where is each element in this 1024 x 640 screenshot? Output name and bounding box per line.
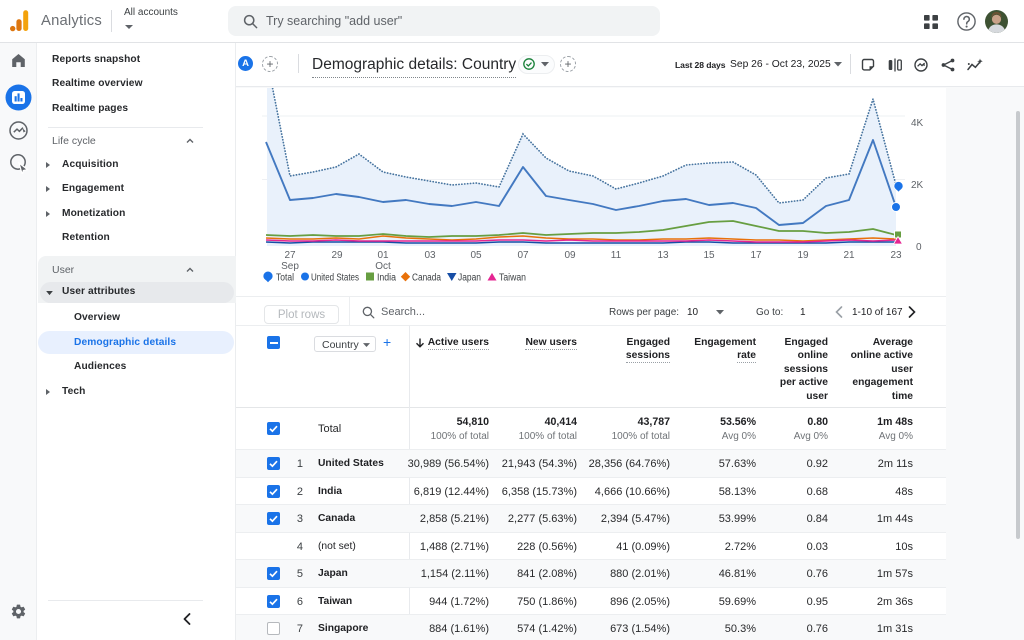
svg-text:03: 03: [424, 250, 436, 261]
svg-text:Sep: Sep: [281, 261, 299, 272]
svg-text:21: 21: [843, 250, 855, 261]
svg-text:4K: 4K: [911, 118, 924, 129]
svg-text:27: 27: [284, 250, 296, 261]
svg-text:29: 29: [331, 250, 343, 261]
svg-text:15: 15: [703, 250, 715, 261]
svg-text:01: 01: [377, 250, 389, 261]
svg-text:19: 19: [797, 250, 809, 261]
svg-text:2K: 2K: [911, 180, 924, 191]
svg-text:India: India: [377, 273, 396, 284]
svg-text:23: 23: [890, 250, 902, 261]
svg-text:07: 07: [517, 250, 529, 261]
svg-text:05: 05: [470, 250, 482, 261]
svg-text:United States: United States: [311, 273, 359, 284]
svg-text:Taiwan: Taiwan: [499, 273, 526, 284]
svg-text:09: 09: [564, 250, 576, 261]
svg-text:13: 13: [657, 250, 669, 261]
svg-text:11: 11: [611, 250, 622, 261]
svg-text:0: 0: [916, 242, 922, 253]
svg-text:Japan: Japan: [458, 273, 481, 284]
svg-text:Canada: Canada: [412, 273, 441, 284]
svg-text:17: 17: [750, 250, 762, 261]
svg-text:Oct: Oct: [375, 261, 391, 272]
svg-text:Total: Total: [276, 273, 294, 284]
